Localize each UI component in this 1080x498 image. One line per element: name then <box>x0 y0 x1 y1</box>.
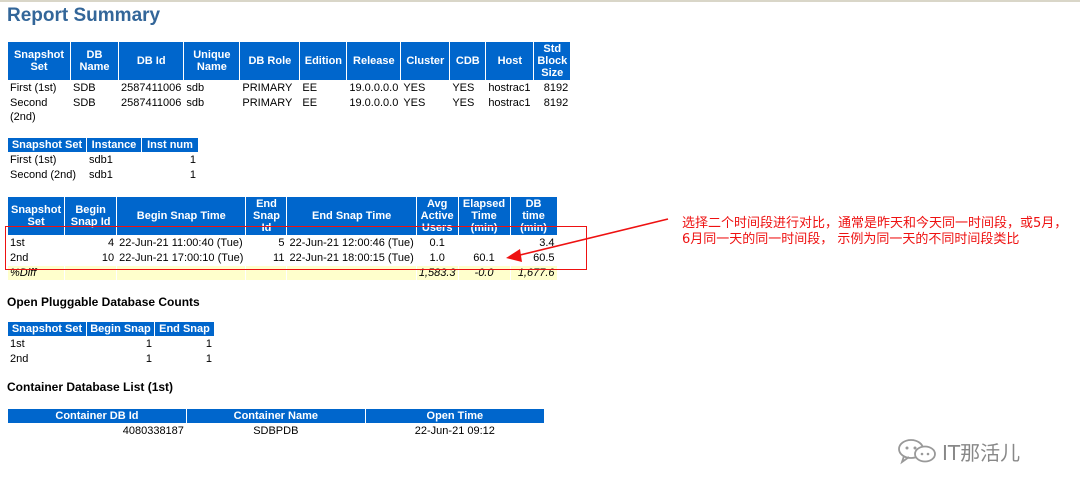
snapshot-summary-table: Snapshot Set DB Name DB Id Unique Name DB Ro… <box>7 41 571 125</box>
table-header-row: Snapshot Set Begin Snap End Snap <box>8 322 214 336</box>
table-header-row: Snapshot Set Instance Inst num <box>8 138 198 152</box>
table-cell: 1st <box>10 338 25 350</box>
page-title: Report Summary <box>7 5 161 26</box>
table-cell: sdb <box>186 97 205 109</box>
column-header: DB Name <box>71 42 118 80</box>
table-cell: YES <box>452 82 475 94</box>
table-cell: 1 <box>205 353 212 365</box>
table-cell: SDB <box>73 97 96 109</box>
column-header: CDB <box>450 42 486 80</box>
table-cell: SDBPDB <box>253 425 299 437</box>
table-header-row: Snapshot Set DB Name DB Id Unique Name DB Ro… <box>8 42 571 80</box>
table-cell: Second (2nd) <box>10 97 48 123</box>
highlight-box <box>5 226 587 270</box>
table-cell: EE <box>302 97 318 109</box>
table-cell: 1 <box>145 338 152 350</box>
table-cell: hostrac1 <box>488 97 531 109</box>
table-cell: First (1st) <box>10 82 57 94</box>
table-row: Second (2nd) SDB 2587411006 sdb PRIMARY EE 19.… <box>8 96 570 124</box>
column-header: Host <box>486 42 534 80</box>
table-row: Second (2nd) sdb1 1 <box>8 168 198 182</box>
column-header: Snapshot Set <box>8 42 70 80</box>
table-cell: 4080338187 <box>122 425 184 437</box>
column-header: Unique Name <box>184 42 240 80</box>
table-cell: sdb <box>186 82 205 94</box>
table-cell: SDB <box>73 82 96 94</box>
table-cell: 8192 <box>543 82 569 94</box>
table-cell: 22-Jun-21 09:12 <box>414 425 495 437</box>
table-cell: YES <box>452 97 475 109</box>
table-cell: YES <box>403 82 426 94</box>
table-cell: sdb1 <box>89 154 113 166</box>
cdb-list-title: Container Database List (1st) <box>7 380 174 394</box>
table-cell: PRIMARY <box>242 97 293 109</box>
cdb-list-table: Container DB Id Container Name Open Time 4… <box>7 408 545 439</box>
table-cell: 2nd <box>10 353 29 365</box>
watermark: IT那活儿 <box>896 436 1020 466</box>
watermark-text: IT那活儿 <box>942 440 1021 465</box>
column-header: Cluster <box>401 42 450 80</box>
column-header: Edition <box>300 42 347 80</box>
table-row: 2nd 1 1 <box>8 352 214 366</box>
table-cell: PRIMARY <box>242 82 293 94</box>
table-cell: 8192 <box>543 97 569 109</box>
column-header: Release <box>347 42 401 80</box>
top-border <box>0 0 1080 2</box>
column-header: Container DB Id <box>8 409 186 423</box>
column-header: Snapshot Set <box>8 138 86 152</box>
table-cell: 19.0.0.0.0 <box>349 97 399 109</box>
table-cell: First (1st) <box>10 154 57 166</box>
table-cell: 19.0.0.0.0 <box>349 82 399 94</box>
column-header: DB Id <box>119 42 184 80</box>
table-cell: YES <box>403 97 426 109</box>
table-cell: 1 <box>145 353 152 365</box>
column-header: Container Name <box>186 409 365 423</box>
table-row: First (1st) sdb1 1 <box>8 153 198 167</box>
table-row: 4080338187 SDBPDB 22-Jun-21 09:12 <box>8 424 544 438</box>
table-cell: EE <box>302 82 318 94</box>
table-cell: Second (2nd) <box>10 169 77 181</box>
table-row: First (1st) SDB 2587411006 sdb PRIMARY EE 19.0… <box>8 81 570 95</box>
column-header: Begin Snap <box>87 322 154 336</box>
pdb-counts-table: Snapshot Set Begin Snap End Snap 1st 1 1 2nd 1… <box>7 321 215 367</box>
table-cell: 1 <box>205 338 212 350</box>
chat-bubbles-icon <box>898 439 936 465</box>
column-header: End Snap <box>155 322 214 336</box>
table-header-row: Container DB Id Container Name Open Time <box>8 409 544 423</box>
table-cell: hostrac1 <box>488 82 531 94</box>
table-cell: 2587411006 <box>121 97 182 109</box>
column-header: Open Time <box>365 409 544 423</box>
column-header: Instance <box>87 138 141 152</box>
column-header: Snapshot Set <box>8 322 86 336</box>
table-cell: sdb1 <box>89 169 113 181</box>
column-header: Std Block Size <box>534 42 571 80</box>
table-cell: 1 <box>189 154 196 166</box>
table-cell: 1 <box>189 169 196 181</box>
column-header: Inst num <box>142 138 198 152</box>
instance-table: Snapshot Set Instance Inst num First (1st)… <box>7 137 199 183</box>
table-cell: 2587411006 <box>121 82 182 94</box>
annotation-text: 选择二个时间段进行对比，通常是昨天和今天同一时间段，或5月，6月同一天的同一时间… <box>682 216 1068 247</box>
pdb-counts-title: Open Pluggable Database Counts <box>7 295 200 309</box>
table-row: 1st 1 1 <box>8 337 214 351</box>
column-header: DB Role <box>240 42 300 80</box>
